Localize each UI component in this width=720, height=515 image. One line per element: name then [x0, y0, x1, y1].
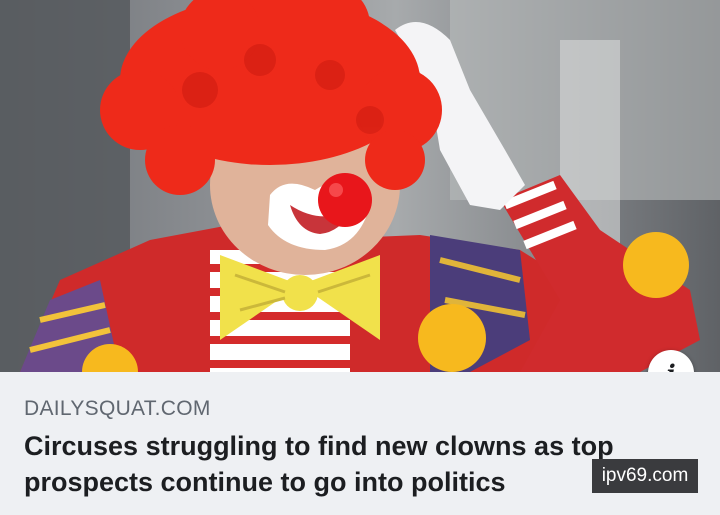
red-nose-shape	[318, 173, 372, 227]
link-domain: DAILYSQUAT.COM	[24, 397, 211, 420]
link-card[interactable]: DAILYSQUAT.COM Circuses struggling to fi…	[0, 372, 720, 515]
link-preview-image[interactable]	[0, 0, 720, 372]
clown-illustration	[0, 0, 720, 372]
pompom-shape	[418, 304, 486, 372]
watermark-label: ipv69.com	[592, 459, 698, 493]
